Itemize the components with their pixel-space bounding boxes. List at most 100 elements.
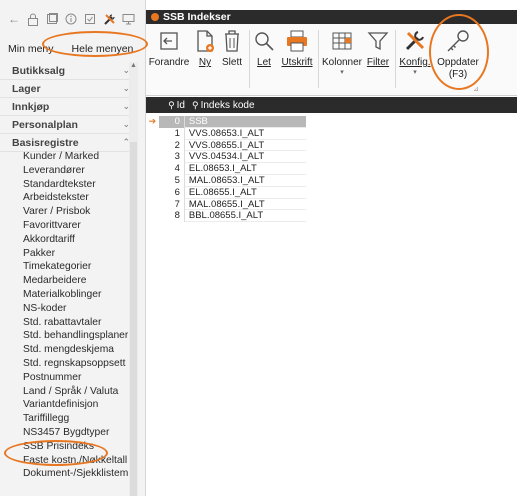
sidebar-item-std-regnskapsoppsett[interactable]: Std. regnskapsoppsett: [0, 357, 128, 371]
screen-icon[interactable]: [120, 11, 136, 27]
sidebar-item-std-rabattavtaler[interactable]: Std. rabattavtaler: [0, 316, 128, 330]
let-label: Let: [257, 57, 271, 68]
sidebar-item-postnummer[interactable]: Postnummer: [0, 371, 128, 385]
sidebar-item-ns3457-bygdtyper[interactable]: NS3457 Bygdtyper: [0, 426, 128, 440]
search-icon: ⚲: [192, 99, 199, 110]
tab-hele-menyen[interactable]: Hele menyen: [70, 41, 136, 57]
sidebar-item-materialkoblinger[interactable]: Materialkoblinger: [0, 288, 128, 302]
sidebar-item-std-behandlingsplaner[interactable]: Std. behandlingsplaner: [0, 329, 128, 343]
forandre-button[interactable]: Forandre: [148, 24, 190, 96]
group-label: Innkjøp: [12, 100, 50, 113]
group-innkjop[interactable]: Innkjøp ⌄: [0, 98, 138, 116]
navigation-sidebar: ← Min meny Hele menyen Butikksalg ⌄ Lager…: [0, 0, 146, 496]
menu-groups: Butikksalg ⌄ Lager ⌄ Innkjøp ⌄ Personalplan…: [0, 62, 138, 152]
konfig-button[interactable]: Konfig. ▾: [398, 24, 432, 96]
sidebar-item-dokument-sjekklistemaler[interactable]: Dokument-/Sjekklistemaler: [0, 467, 128, 481]
group-personalplan[interactable]: Personalplan ⌄: [0, 116, 138, 134]
sidebar-item-medarbeidere[interactable]: Medarbeidere: [0, 274, 128, 288]
sidebar-item-faste-kostn-nokkeltall[interactable]: Faste kostn./Nøkkeltall: [0, 454, 128, 468]
filter-icon: [365, 28, 391, 54]
sidebar-item-pakker[interactable]: Pakker: [0, 247, 128, 261]
oppdater-shortcut: (F3): [448, 69, 468, 80]
column-header-id-label: Id: [176, 99, 185, 111]
ny-label: Ny: [198, 57, 212, 68]
group-lager[interactable]: Lager ⌄: [0, 80, 138, 98]
lock-icon[interactable]: [25, 11, 41, 27]
table-row[interactable]: 4 EL.08653.I_ALT: [146, 163, 306, 175]
cell-kode: VVS.08655.I_ALT: [184, 140, 306, 152]
sidebar-item-leverandorer[interactable]: Leverandører: [0, 164, 128, 178]
sidebar-item-timekategorier[interactable]: Timekategorier: [0, 260, 128, 274]
tab-min-meny[interactable]: Min meny: [6, 41, 56, 57]
current-row-arrow-icon: ➔: [148, 116, 157, 126]
table-row[interactable]: ➔ 0 SSB: [146, 116, 306, 128]
sidebar-item-akkordtariff[interactable]: Akkordtariff: [0, 233, 128, 247]
filter-label: Filter: [366, 57, 390, 68]
cell-kode: BBL.08655.I_ALT: [184, 210, 306, 223]
scroll-up-arrow-icon[interactable]: ▲: [130, 62, 137, 69]
oppdater-label: Oppdater: [437, 57, 479, 68]
dropdown-arrow-icon: ▾: [340, 69, 344, 76]
column-header-id[interactable]: ⚲ Id: [146, 100, 188, 111]
group-label: Butikksalg: [12, 64, 66, 77]
info-icon[interactable]: [63, 11, 79, 27]
sidebar-item-std-mengdeskjema[interactable]: Std. mengdeskjema: [0, 343, 128, 357]
grid-body: ➔ 0 SSB 1 VVS.08653.I_ALT 2 VVS.08655.I_…: [146, 116, 306, 223]
cell-kode: SSB: [184, 116, 306, 128]
group-label: Basisregistre: [12, 136, 79, 149]
cell-id: 4: [159, 163, 185, 175]
kolonner-label: Kolonner: [321, 57, 363, 68]
table-row[interactable]: 1 VVS.08653.I_ALT: [146, 127, 306, 140]
scrollbar-thumb[interactable]: [130, 142, 137, 496]
back-arrow-icon[interactable]: ←: [6, 11, 22, 27]
sidebar-item-variantdefinisjon[interactable]: Variantdefinisjon: [0, 398, 128, 412]
cell-id: 8: [159, 210, 185, 223]
cell-kode: EL.08653.I_ALT: [184, 163, 306, 175]
basisregistre-items: Kunder / Marked Leverandører Standardtek…: [0, 150, 128, 481]
kolonner-button[interactable]: Kolonner ▾: [322, 24, 362, 96]
table-row[interactable]: 6 EL.08655.I_ALT: [146, 186, 306, 199]
sidebar-item-varer-prisbok[interactable]: Varer / Prisbok: [0, 205, 128, 219]
ny-button[interactable]: Ny: [194, 24, 216, 96]
cell-kode: VVS.08653.I_ALT: [184, 128, 306, 140]
cell-id: 7: [159, 198, 185, 211]
cell-id: 1: [159, 127, 185, 140]
sidebar-item-favorittvarer[interactable]: Favorittvarer: [0, 219, 128, 233]
cell-id: 0: [158, 116, 185, 128]
dropdown-arrow-icon: ▾: [413, 69, 417, 76]
cell-id: 2: [159, 139, 185, 152]
edit-icon: [156, 28, 182, 54]
cell-kode: VVS.04534.I_ALT: [184, 151, 306, 164]
window-title: SSB Indekser: [163, 11, 231, 23]
let-button[interactable]: Let: [253, 24, 275, 96]
sidebar-item-arbeidstekster[interactable]: Arbeidstekster: [0, 191, 128, 205]
table-row[interactable]: 7 MAL.08655.I_ALT: [146, 198, 306, 211]
column-header-indeks-kode[interactable]: ⚲ Indeks kode: [188, 100, 255, 111]
sidebar-item-tariffillegg[interactable]: Tariffillegg: [0, 412, 128, 426]
tools-icon[interactable]: [101, 11, 117, 27]
slett-button[interactable]: Slett: [219, 24, 245, 96]
sidebar-item-ns-koder[interactable]: NS-koder: [0, 302, 128, 316]
app-logo-icon: [151, 13, 159, 21]
sidebar-item-land-sprak-valuta[interactable]: Land / Språk / Valuta: [0, 385, 128, 399]
cell-kode: MAL.08655.I_ALT: [184, 199, 306, 211]
table-row[interactable]: 2 VVS.08655.I_ALT: [146, 139, 306, 152]
cell-id: 5: [159, 174, 185, 187]
checklist-icon[interactable]: [82, 11, 98, 27]
sidebar-item-kunder-marked[interactable]: Kunder / Marked: [0, 150, 128, 164]
ribbon-separator: [318, 30, 319, 88]
column-header-kode-label: Indeks kode: [200, 99, 255, 111]
cell-id: 6: [159, 186, 185, 199]
sidebar-scrollbar[interactable]: ▲: [129, 62, 138, 496]
table-row[interactable]: 5 MAL.08653.I_ALT: [146, 174, 306, 187]
table-row[interactable]: 8 BBL.08655.I_ALT: [146, 210, 306, 223]
table-row[interactable]: 3 VVS.04534.I_ALT: [146, 151, 306, 164]
tools-icon: [402, 28, 428, 54]
ribbon-expand-icon[interactable]: ⊿: [473, 85, 479, 93]
filter-button[interactable]: Filter: [365, 24, 391, 96]
sidebar-item-standardtekster[interactable]: Standardtekster: [0, 178, 128, 192]
window-icon[interactable]: [44, 11, 60, 27]
group-butikksalg[interactable]: Butikksalg ⌄: [0, 62, 138, 80]
utskrift-button[interactable]: Utskrift: [280, 24, 314, 96]
sidebar-item-ssb-prisindeks[interactable]: SSB Prisindeks: [0, 440, 128, 454]
